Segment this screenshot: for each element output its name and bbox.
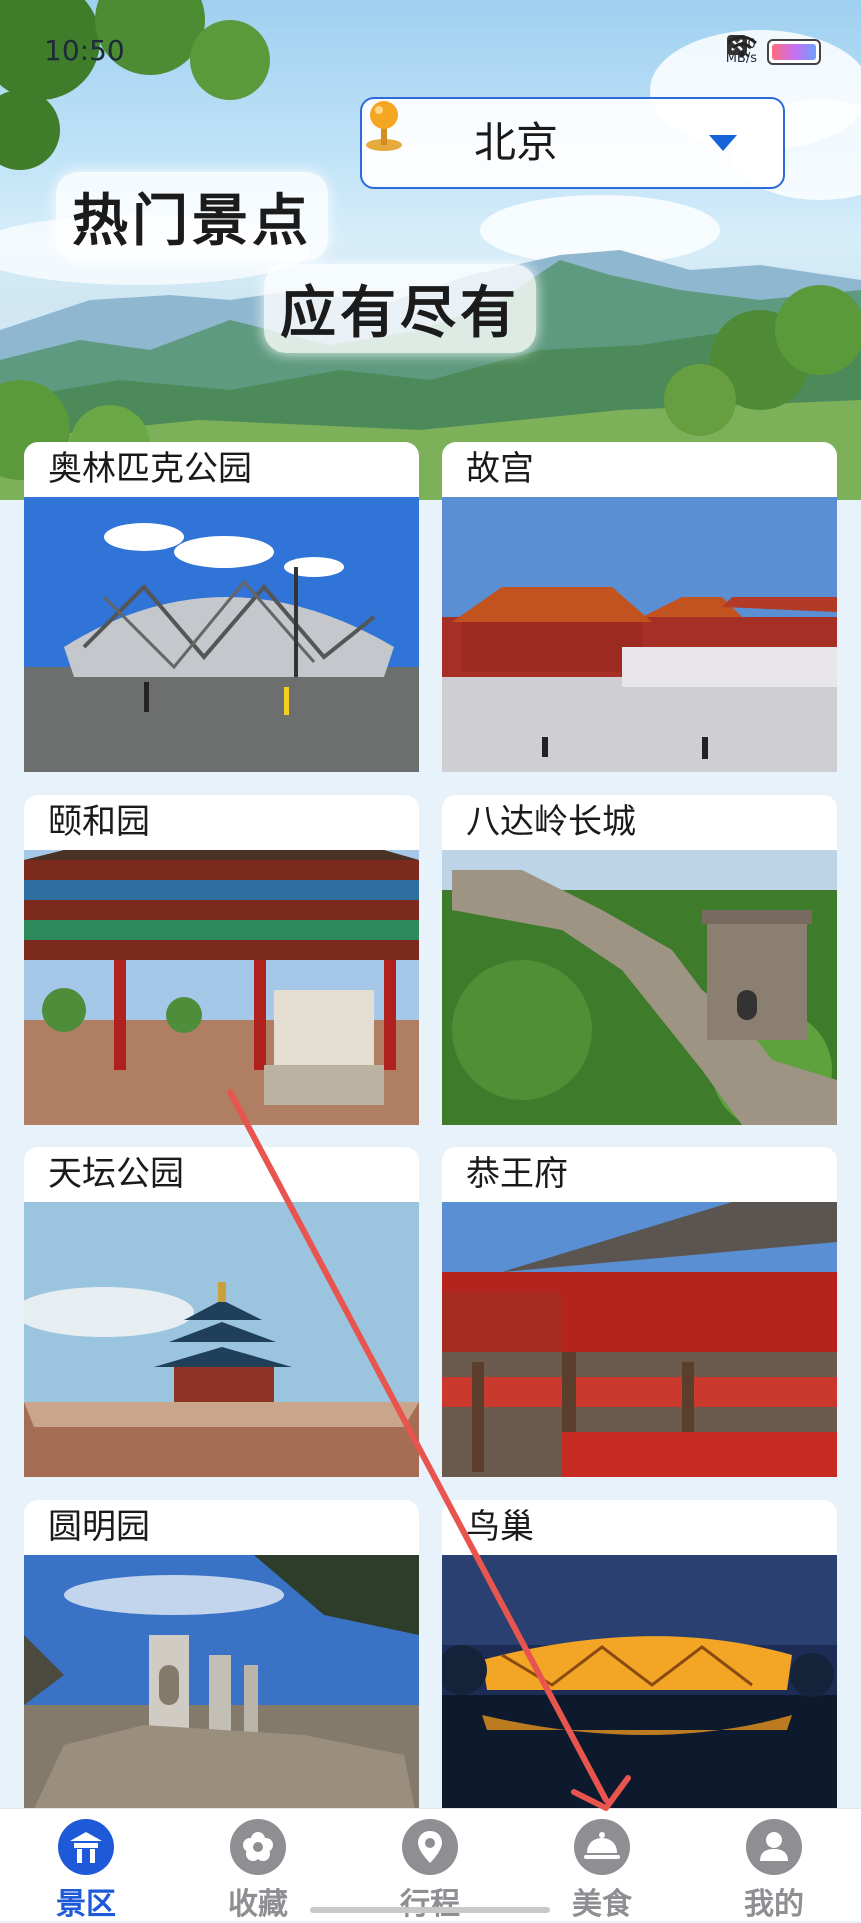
hero-banner: 10:50 2.00 MB/s: [0, 0, 861, 500]
attraction-card-prince-gong[interactable]: 恭王府: [442, 1147, 837, 1477]
slogan-line1: 热门景点: [56, 172, 328, 261]
tab-label: 我的: [744, 1887, 804, 1922]
attraction-card-summer-palace[interactable]: 颐和园: [24, 795, 419, 1125]
attraction-title: 八达岭长城: [466, 802, 636, 842]
attraction-photo: [442, 497, 837, 772]
tab-food[interactable]: 美食: [542, 1819, 662, 1923]
attraction-photo: [442, 850, 837, 1125]
attraction-title: 鸟巢: [466, 1507, 534, 1547]
attraction-title: 天坛公园: [48, 1154, 184, 1194]
attraction-title: 故宫: [466, 449, 534, 489]
attraction-photo: [24, 1555, 419, 1830]
wifi-icon: [726, 35, 757, 57]
attraction-card-forbidden-city[interactable]: 故宫: [442, 442, 837, 772]
attraction-photo: [442, 1555, 837, 1830]
tab-label: 美食: [572, 1887, 632, 1922]
tab-scenic[interactable]: 景区: [26, 1819, 146, 1923]
chevron-down-icon: [709, 135, 737, 151]
map-pin-icon: [402, 1819, 458, 1875]
flower-icon: [230, 1819, 286, 1875]
city-name: 北京: [474, 118, 559, 167]
attraction-title: 颐和园: [48, 802, 150, 842]
attraction-card-birds-nest[interactable]: 鸟巢: [442, 1500, 837, 1830]
attraction-title: 圆明园: [48, 1507, 150, 1547]
bottom-tab-bar: 景区 收藏 行程 美食 我的: [0, 1808, 861, 1923]
tab-favorites[interactable]: 收藏: [198, 1819, 318, 1923]
attraction-card-old-summer-palace[interactable]: 圆明园: [24, 1500, 419, 1830]
status-bar: 10:50 2.00 MB/s: [0, 0, 861, 100]
temple-icon: [58, 1819, 114, 1875]
attraction-title: 恭王府: [466, 1154, 568, 1194]
home-indicator: [310, 1907, 550, 1913]
battery-icon: [767, 39, 821, 65]
attraction-card-temple-of-heaven[interactable]: 天坛公园: [24, 1147, 419, 1477]
attraction-photo: [24, 497, 419, 772]
tab-label: 收藏: [228, 1887, 288, 1922]
attraction-photo: [24, 850, 419, 1125]
attraction-title: 奥林匹克公园: [48, 449, 252, 489]
user-icon: [746, 1819, 802, 1875]
tab-label: 景区: [56, 1887, 116, 1922]
attraction-photo: [442, 1202, 837, 1477]
attraction-card-badaling[interactable]: 八达岭长城: [442, 795, 837, 1125]
tab-profile[interactable]: 我的: [714, 1819, 834, 1923]
attraction-card-olympic-park[interactable]: 奥林匹克公园: [24, 442, 419, 772]
slogan-line2: 应有尽有: [264, 264, 536, 353]
location-pin-icon: [366, 101, 402, 151]
status-icons: 2.00 MB/s: [726, 34, 821, 70]
city-selector[interactable]: 北京: [360, 97, 785, 189]
tab-label: 行程: [400, 1887, 460, 1922]
cloche-icon: [574, 1819, 630, 1875]
status-time: 10:50: [44, 34, 125, 67]
attraction-photo: [24, 1202, 419, 1477]
